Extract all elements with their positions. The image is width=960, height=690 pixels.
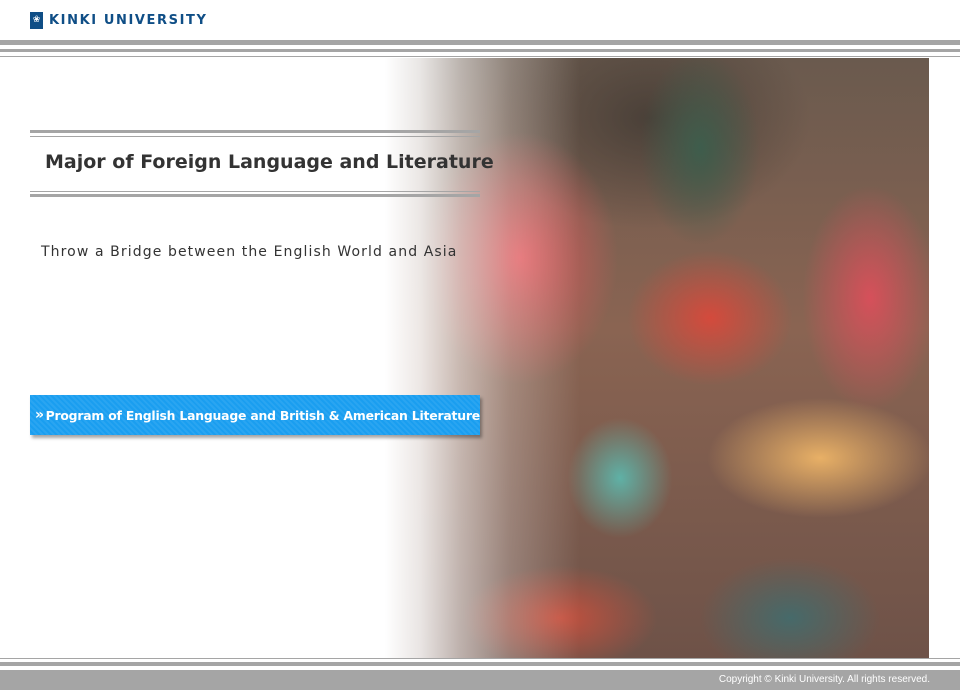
copyright-text: Copyright © Kinki University. All rights… — [718, 674, 930, 685]
major-title: Major of Foreign Language and Literature — [45, 151, 494, 173]
header: ❀ KINKI UNIVERSITY — [0, 0, 960, 40]
header-divider — [0, 56, 960, 57]
footer-divider — [0, 662, 960, 666]
footer-divider — [0, 658, 960, 659]
hero-margin — [929, 58, 960, 658]
title-divider — [30, 194, 480, 197]
page: ❀ KINKI UNIVERSITY Major of Foreign Lang… — [0, 0, 960, 690]
university-crest-icon: ❀ — [30, 11, 43, 29]
title-divider — [30, 191, 480, 192]
title-divider — [30, 136, 480, 137]
program-english-literature-button[interactable]: » Program of English Language and Britis… — [30, 395, 480, 435]
tagline: Throw a Bridge between the English World… — [41, 244, 458, 260]
double-chevron-right-icon: » — [35, 407, 45, 423]
university-logo[interactable]: ❀ KINKI UNIVERSITY — [30, 11, 208, 29]
title-divider — [30, 130, 480, 133]
header-divider — [0, 49, 960, 52]
logo-text: KINKI UNIVERSITY — [49, 12, 208, 28]
header-divider — [0, 40, 960, 45]
hero-section — [0, 58, 929, 658]
hero-fade-overlay — [0, 58, 929, 658]
program-button-label: Program of English Language and British … — [45, 407, 481, 423]
